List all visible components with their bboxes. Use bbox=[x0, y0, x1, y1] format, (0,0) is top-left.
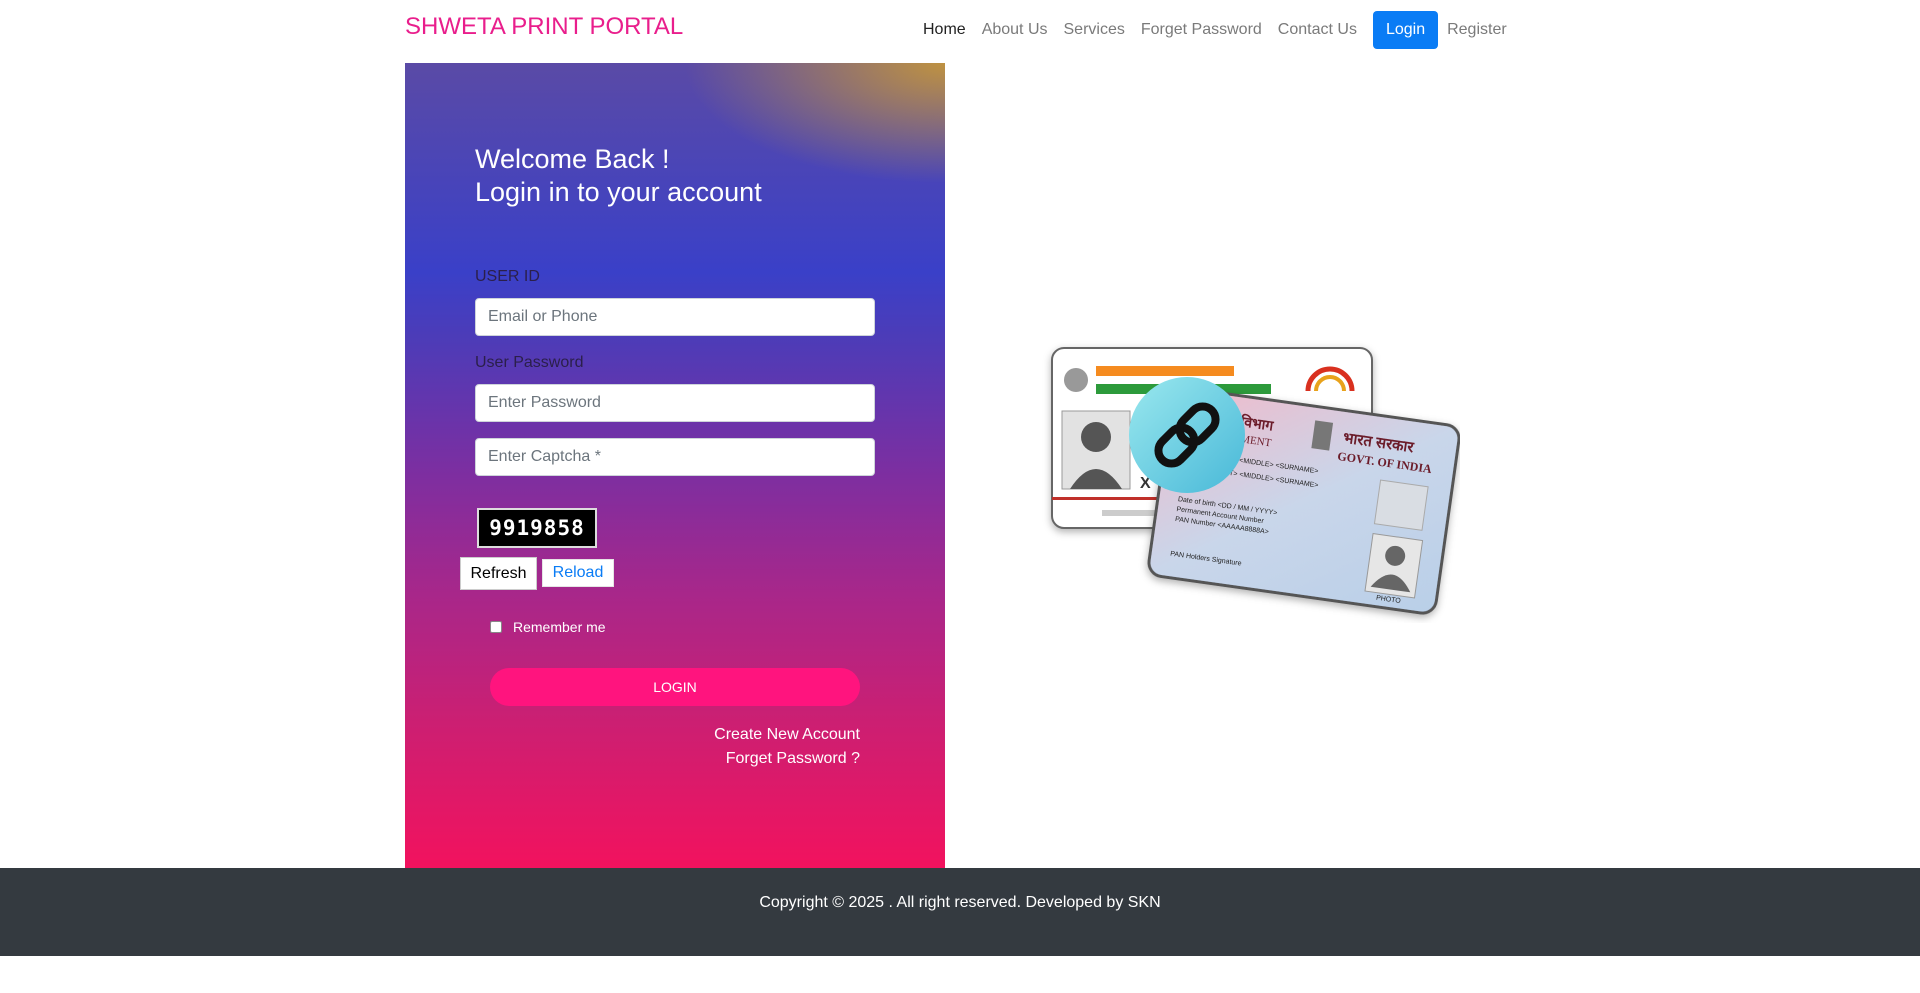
forget-password-link[interactable]: Forget Password ? bbox=[726, 750, 860, 768]
login-subheading: Login in to your account bbox=[475, 177, 762, 207]
nav-login-button[interactable]: Login bbox=[1372, 11, 1439, 49]
welcome-heading: Welcome Back ! Login in to your account bbox=[475, 143, 762, 209]
nav-contact-us[interactable]: Contact Us bbox=[1270, 11, 1365, 49]
remember-me-checkbox[interactable] bbox=[490, 621, 502, 633]
nav-menu: Home About Us Services Forget Password C… bbox=[915, 11, 1515, 49]
captcha-reload-button[interactable]: Reload bbox=[542, 559, 614, 587]
footer: Copyright © 2025 . All right reserved. D… bbox=[0, 868, 1920, 956]
login-submit-button[interactable]: LOGIN bbox=[490, 668, 860, 706]
nav-about-us[interactable]: About Us bbox=[974, 11, 1056, 49]
nav-home[interactable]: Home bbox=[915, 11, 974, 49]
login-panel: Welcome Back ! Login in to your account … bbox=[405, 63, 945, 868]
brand-logo[interactable]: SHWETA PRINT PORTAL bbox=[405, 13, 683, 41]
user-id-label: USER ID bbox=[475, 268, 540, 285]
nav-forget-password[interactable]: Forget Password bbox=[1133, 11, 1270, 49]
remember-me: Remember me bbox=[490, 619, 606, 635]
captcha-input[interactable]: Enter Captcha * bbox=[475, 438, 875, 476]
remember-me-label: Remember me bbox=[513, 619, 606, 635]
link-icon bbox=[1129, 377, 1245, 493]
nav-register[interactable]: Register bbox=[1439, 11, 1515, 49]
nav-services[interactable]: Services bbox=[1056, 11, 1133, 49]
create-account-link[interactable]: Create New Account bbox=[714, 726, 860, 744]
welcome-line: Welcome Back ! bbox=[475, 144, 670, 174]
captcha-refresh-button[interactable]: Refresh bbox=[460, 557, 537, 590]
captcha-image: 9919858 bbox=[477, 508, 597, 548]
password-label: User Password bbox=[475, 354, 584, 371]
user-id-input[interactable]: Email or Phone bbox=[475, 298, 875, 336]
top-navbar: SHWETA PRINT PORTAL Home About Us Servic… bbox=[0, 0, 1920, 62]
password-input[interactable]: Enter Password bbox=[475, 384, 875, 422]
footer-copyright: Copyright © 2025 . All right reserved. D… bbox=[759, 894, 1161, 911]
id-cards-illustration: X ल विभाग RTMENT भारत सरकार GOVT. OF IND… bbox=[1051, 347, 1460, 615]
